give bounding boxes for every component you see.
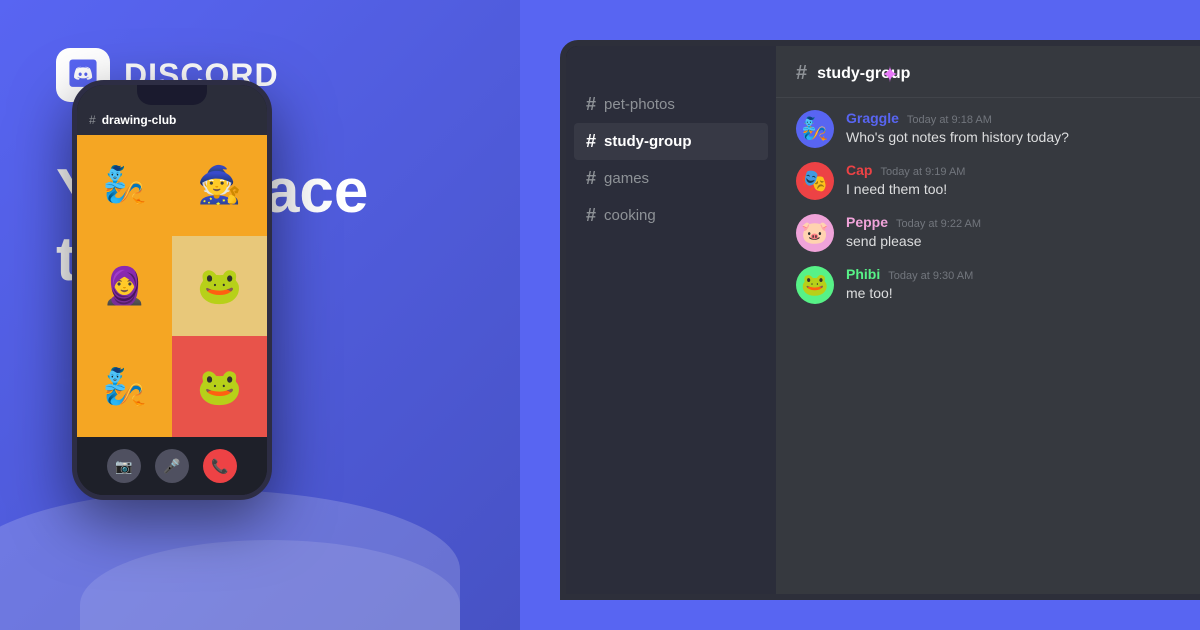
video-cell-1: 🧞 — [77, 135, 172, 236]
avatar-graggle: 🧞 — [796, 110, 834, 148]
avatar-cap: 🎭 — [796, 162, 834, 200]
channel-item-cooking[interactable]: # cooking — [566, 197, 776, 234]
chat-header-hash-icon: # — [796, 62, 807, 85]
channel-item-study-group[interactable]: # study-group — [574, 123, 768, 160]
message-phibi: 🐸 Phibi Today at 9:30 AM me too! — [796, 266, 1194, 304]
chat-header: # study-group — [776, 46, 1200, 98]
message-peppe: 🐷 Peppe Today at 9:22 AM send please — [796, 214, 1194, 252]
end-call-button[interactable]: 📞 — [203, 449, 237, 483]
message-text-phibi: me too! — [846, 284, 973, 304]
message-time-cap: Today at 9:19 AM — [880, 166, 965, 178]
message-text-cap: I need them too! — [846, 180, 965, 200]
message-time-phibi: Today at 9:30 AM — [888, 270, 973, 282]
phone-call-controls: 📷 🎤 📞 — [77, 437, 267, 495]
message-header-cap: Cap Today at 9:19 AM — [846, 162, 965, 178]
phone-notch — [137, 85, 207, 105]
message-content-peppe: Peppe Today at 9:22 AM send please — [846, 214, 981, 252]
message-author-phibi: Phibi — [846, 266, 880, 282]
channel-list-panel: # pet-photos # study-group # games # coo… — [566, 46, 776, 594]
video-cell-4: 🐸 — [172, 236, 267, 337]
channel-name-games: games — [604, 170, 649, 187]
message-header-phibi: Phibi Today at 9:30 AM — [846, 266, 973, 282]
channel-name-cooking: cooking — [604, 207, 656, 224]
message-cap: 🎭 Cap Today at 9:19 AM I need them too! — [796, 162, 1194, 200]
mute-button[interactable]: 🎤 — [155, 449, 189, 483]
channel-name-study-group: study-group — [604, 133, 692, 150]
chat-panel: # study-group 🧞 Graggle Today at 9:18 AM… — [776, 46, 1200, 594]
channel-item-pet-photos[interactable]: # pet-photos — [566, 86, 776, 123]
message-time-graggle: Today at 9:18 AM — [907, 114, 992, 126]
channel-name-pet-photos: pet-photos — [604, 96, 675, 113]
phone-channel-hash: # — [89, 113, 96, 127]
message-content-graggle: Graggle Today at 9:18 AM Who's got notes… — [846, 110, 1069, 148]
message-text-peppe: send please — [846, 232, 981, 252]
message-text-graggle: Who's got notes from history today? — [846, 128, 1069, 148]
message-author-peppe: Peppe — [846, 214, 888, 230]
video-cell-2: 🧙 — [172, 135, 267, 236]
message-author-graggle: Graggle — [846, 110, 899, 126]
laptop-mockup: ✦ # pet-photos # study-group # games # c… — [560, 40, 1200, 600]
phone-screen: # drawing-club 🧞 🧙 🧕 🐸 🧞 🐸 📷 🎤 📞 — [77, 85, 267, 495]
channel-item-games[interactable]: # games — [566, 160, 776, 197]
message-time-peppe: Today at 9:22 AM — [896, 218, 981, 230]
video-cell-5: 🧞 — [77, 336, 172, 437]
channel-hash-icon: # — [586, 168, 596, 189]
avatar-phibi: 🐸 — [796, 266, 834, 304]
message-graggle: 🧞 Graggle Today at 9:18 AM Who's got not… — [796, 110, 1194, 148]
video-call-grid: 🧞 🧙 🧕 🐸 🧞 🐸 — [77, 135, 267, 437]
video-cell-3: 🧕 — [77, 236, 172, 337]
sparkle-star-icon: ✦ — [881, 62, 899, 88]
avatar-peppe: 🐷 — [796, 214, 834, 252]
messages-area: 🧞 Graggle Today at 9:18 AM Who's got not… — [776, 98, 1200, 594]
channel-hash-icon: # — [586, 131, 596, 152]
message-header-graggle: Graggle Today at 9:18 AM — [846, 110, 1069, 126]
message-author-cap: Cap — [846, 162, 872, 178]
video-cell-6: 🐸 — [172, 336, 267, 437]
laptop-screen: # pet-photos # study-group # games # coo… — [566, 46, 1200, 594]
phone-channel-name: drawing-club — [102, 113, 177, 127]
message-content-cap: Cap Today at 9:19 AM I need them too! — [846, 162, 965, 200]
camera-button[interactable]: 📷 — [107, 449, 141, 483]
message-header-peppe: Peppe Today at 9:22 AM — [846, 214, 981, 230]
channel-hash-icon: # — [586, 205, 596, 226]
phone-mockup: # drawing-club 🧞 🧙 🧕 🐸 🧞 🐸 📷 🎤 📞 — [72, 80, 272, 500]
message-content-phibi: Phibi Today at 9:30 AM me too! — [846, 266, 973, 304]
channel-hash-icon: # — [586, 94, 596, 115]
